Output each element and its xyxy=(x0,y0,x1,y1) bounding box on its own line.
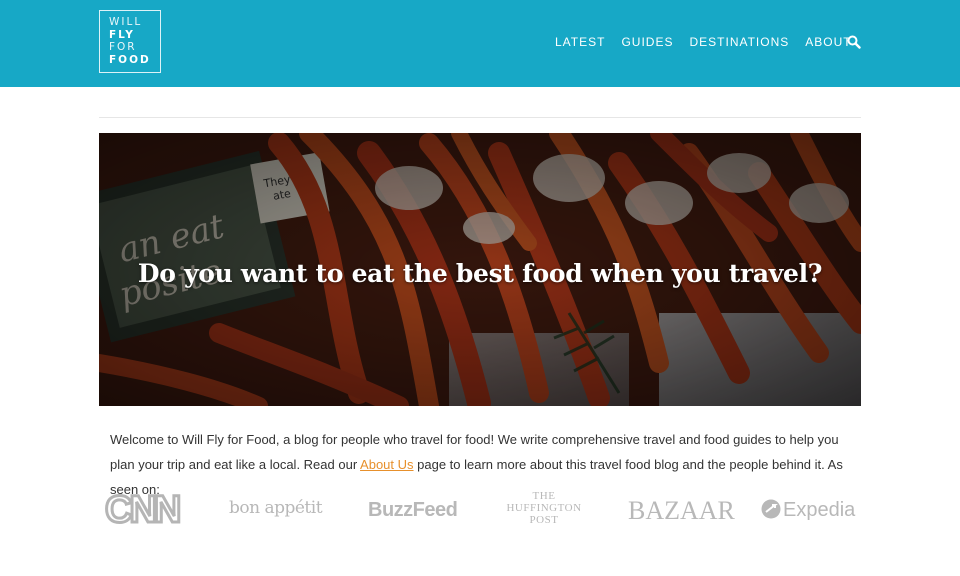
cnn-logo: CNN xyxy=(103,489,182,532)
huffington-line-3: POST xyxy=(529,514,559,526)
logo-line-2: FLY xyxy=(109,28,135,41)
bon-appetit-logo: bon appétit xyxy=(229,498,323,518)
site-header: WILL FLY FOR FOOD LATEST GUIDES DESTINAT… xyxy=(0,0,960,87)
expedia-text: Expedia xyxy=(783,499,856,521)
logo-line-4: FOOD xyxy=(109,53,151,66)
logo-line-1: WILL xyxy=(109,16,143,28)
nav-latest[interactable]: LATEST xyxy=(555,35,605,50)
bazaar-logo: BAZAAR xyxy=(628,496,735,525)
buzzfeed-logo: BuzzFeed xyxy=(368,499,458,521)
hero-title: Do you want to eat the best food when yo… xyxy=(137,259,823,288)
content-divider xyxy=(99,117,861,118)
press-logos: CNN bon appétit BuzzFeed THE HUFFINGTON … xyxy=(99,488,861,536)
expedia-icon xyxy=(761,499,781,519)
huffington-line-2: HUFFINGTON xyxy=(506,502,582,514)
nav-about[interactable]: ABOUT xyxy=(805,35,851,50)
huffington-line-1: THE xyxy=(532,490,556,502)
main-nav: LATEST GUIDES DESTINATIONS ABOUT xyxy=(555,35,852,50)
expedia-logo: Expedia xyxy=(761,498,855,522)
site-logo[interactable]: WILL FLY FOR FOOD xyxy=(99,10,161,73)
logo-line-3: FOR xyxy=(109,41,137,53)
about-us-link[interactable]: About Us xyxy=(360,457,413,472)
hero-banner: an eat posite They ate xyxy=(99,133,861,406)
nav-destinations[interactable]: DESTINATIONS xyxy=(689,35,789,50)
nav-guides[interactable]: GUIDES xyxy=(621,35,673,50)
search-icon[interactable] xyxy=(847,35,861,49)
huffington-post-logo: THE HUFFINGTON POST xyxy=(499,490,589,526)
